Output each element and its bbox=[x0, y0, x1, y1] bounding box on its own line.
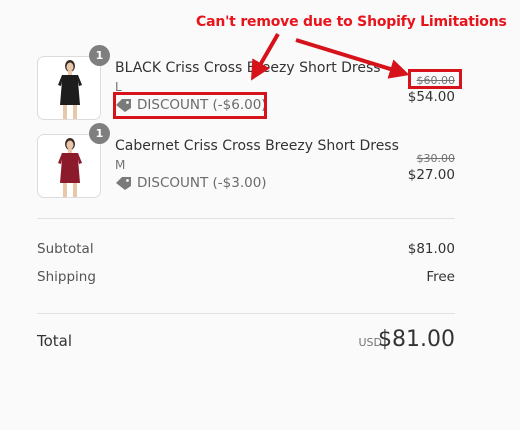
total-value: $81.00 bbox=[378, 327, 455, 352]
final-price: $54.00 bbox=[407, 89, 455, 105]
quantity-badge: 1 bbox=[89, 123, 110, 144]
product-variant: M bbox=[115, 158, 126, 172]
divider bbox=[37, 313, 455, 314]
total-label: Total bbox=[37, 332, 73, 350]
final-price: $27.00 bbox=[407, 167, 455, 183]
original-price: $30.00 bbox=[416, 152, 456, 165]
shipping-label: Shipping bbox=[37, 269, 96, 285]
product-thumbnail bbox=[37, 56, 101, 120]
line-item: 1 Cabernet Criss Cross Breezy Short Dres… bbox=[37, 123, 456, 198]
discount-highlight-box bbox=[113, 92, 267, 119]
annotation-text: Can't remove due to Shopify Limitations bbox=[196, 14, 507, 30]
product-thumbnail bbox=[37, 134, 101, 198]
discount-text: DISCOUNT (-$3.00) bbox=[137, 175, 267, 191]
quantity-badge: 1 bbox=[89, 45, 110, 66]
discount-line: DISCOUNT (-$3.00) bbox=[115, 175, 267, 191]
product-name: BLACK Criss Cross Breezy Short Dress bbox=[115, 60, 381, 76]
divider bbox=[37, 218, 455, 219]
tag-icon bbox=[116, 176, 131, 190]
shipping-value: Free bbox=[426, 269, 455, 285]
subtotal-value: $81.00 bbox=[407, 241, 455, 257]
subtotal-label: Subtotal bbox=[37, 241, 94, 257]
product-name: Cabernet Criss Cross Breezy Short Dress bbox=[115, 138, 399, 154]
price-highlight-box bbox=[408, 69, 462, 89]
